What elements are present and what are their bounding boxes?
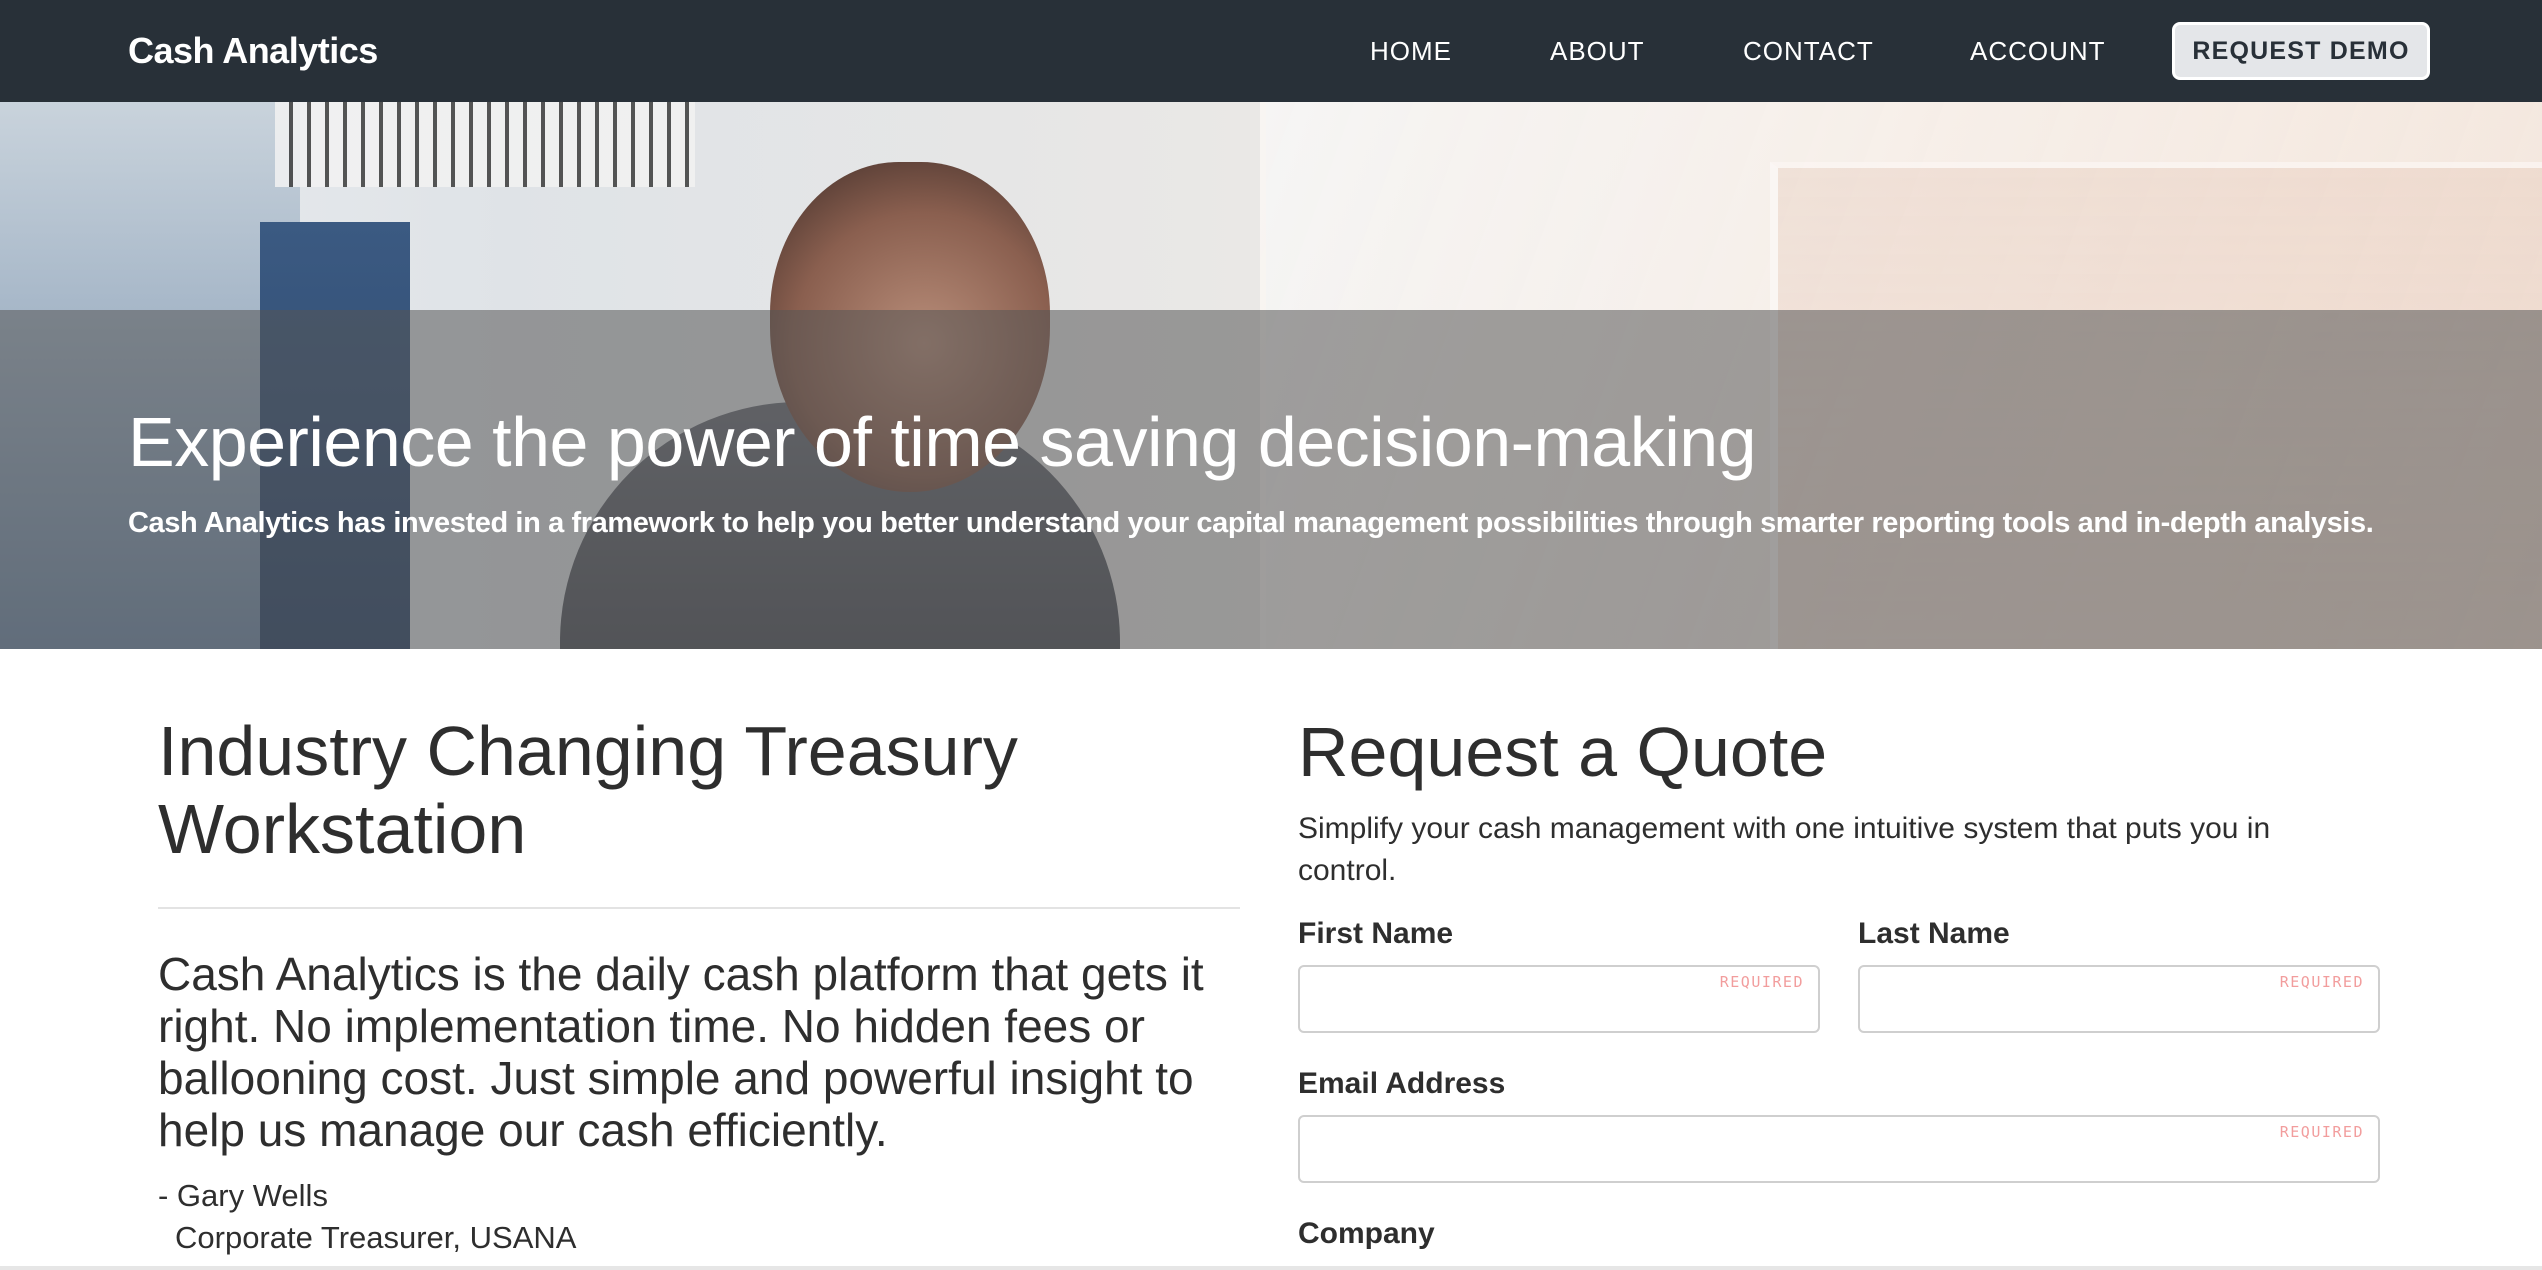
section-divider <box>158 907 1240 909</box>
quote-form-title: Request a Quote <box>1298 713 1828 791</box>
last-name-required-hint: REQUIRED <box>2279 973 2364 991</box>
page-bottom-border <box>0 1266 2542 1270</box>
first-name-field-wrapper: REQUIRED <box>1298 965 1820 1033</box>
testimonial-quote: Cash Analytics is the daily cash platfor… <box>158 948 1204 1156</box>
company-label: Company <box>1298 1217 1435 1250</box>
first-name-required-hint: REQUIRED <box>1719 973 1804 991</box>
hero-subtitle: Cash Analytics has invested in a framewo… <box>128 507 2374 539</box>
last-name-field-wrapper: REQUIRED <box>1858 965 2380 1033</box>
testimonial-author-role: Corporate Treasurer, USANA <box>175 1220 577 1255</box>
hero-title: Experience the power of time saving deci… <box>128 403 1757 481</box>
email-input[interactable] <box>1300 1117 2378 1181</box>
last-name-label: Last Name <box>1858 917 2010 950</box>
request-demo-button[interactable]: REQUEST DEMO <box>2172 22 2430 80</box>
nav-link-home[interactable]: HOME <box>1370 36 1452 67</box>
email-field-wrapper: REQUIRED <box>1298 1115 2380 1183</box>
top-navbar: Cash Analytics HOME ABOUT CONTACT ACCOUN… <box>0 0 2542 102</box>
hero-photo-window <box>275 102 695 187</box>
testimonial-author: - Gary Wells <box>158 1178 328 1213</box>
hero-banner: Experience the power of time saving deci… <box>0 102 2542 649</box>
email-label: Email Address <box>1298 1067 1506 1100</box>
testimonial-heading: Industry Changing Treasury Workstation <box>158 712 1018 868</box>
email-required-hint: REQUIRED <box>2279 1123 2364 1141</box>
brand-logo-link[interactable]: Cash Analytics <box>128 30 378 72</box>
first-name-label: First Name <box>1298 917 1454 950</box>
request-demo-label: REQUEST DEMO <box>2192 36 2410 65</box>
nav-link-account[interactable]: ACCOUNT <box>1970 36 2106 67</box>
nav-link-contact[interactable]: CONTACT <box>1743 36 1874 67</box>
quote-form-intro: Simplify your cash management with one i… <box>1298 812 2271 887</box>
nav-link-about[interactable]: ABOUT <box>1550 36 1645 67</box>
